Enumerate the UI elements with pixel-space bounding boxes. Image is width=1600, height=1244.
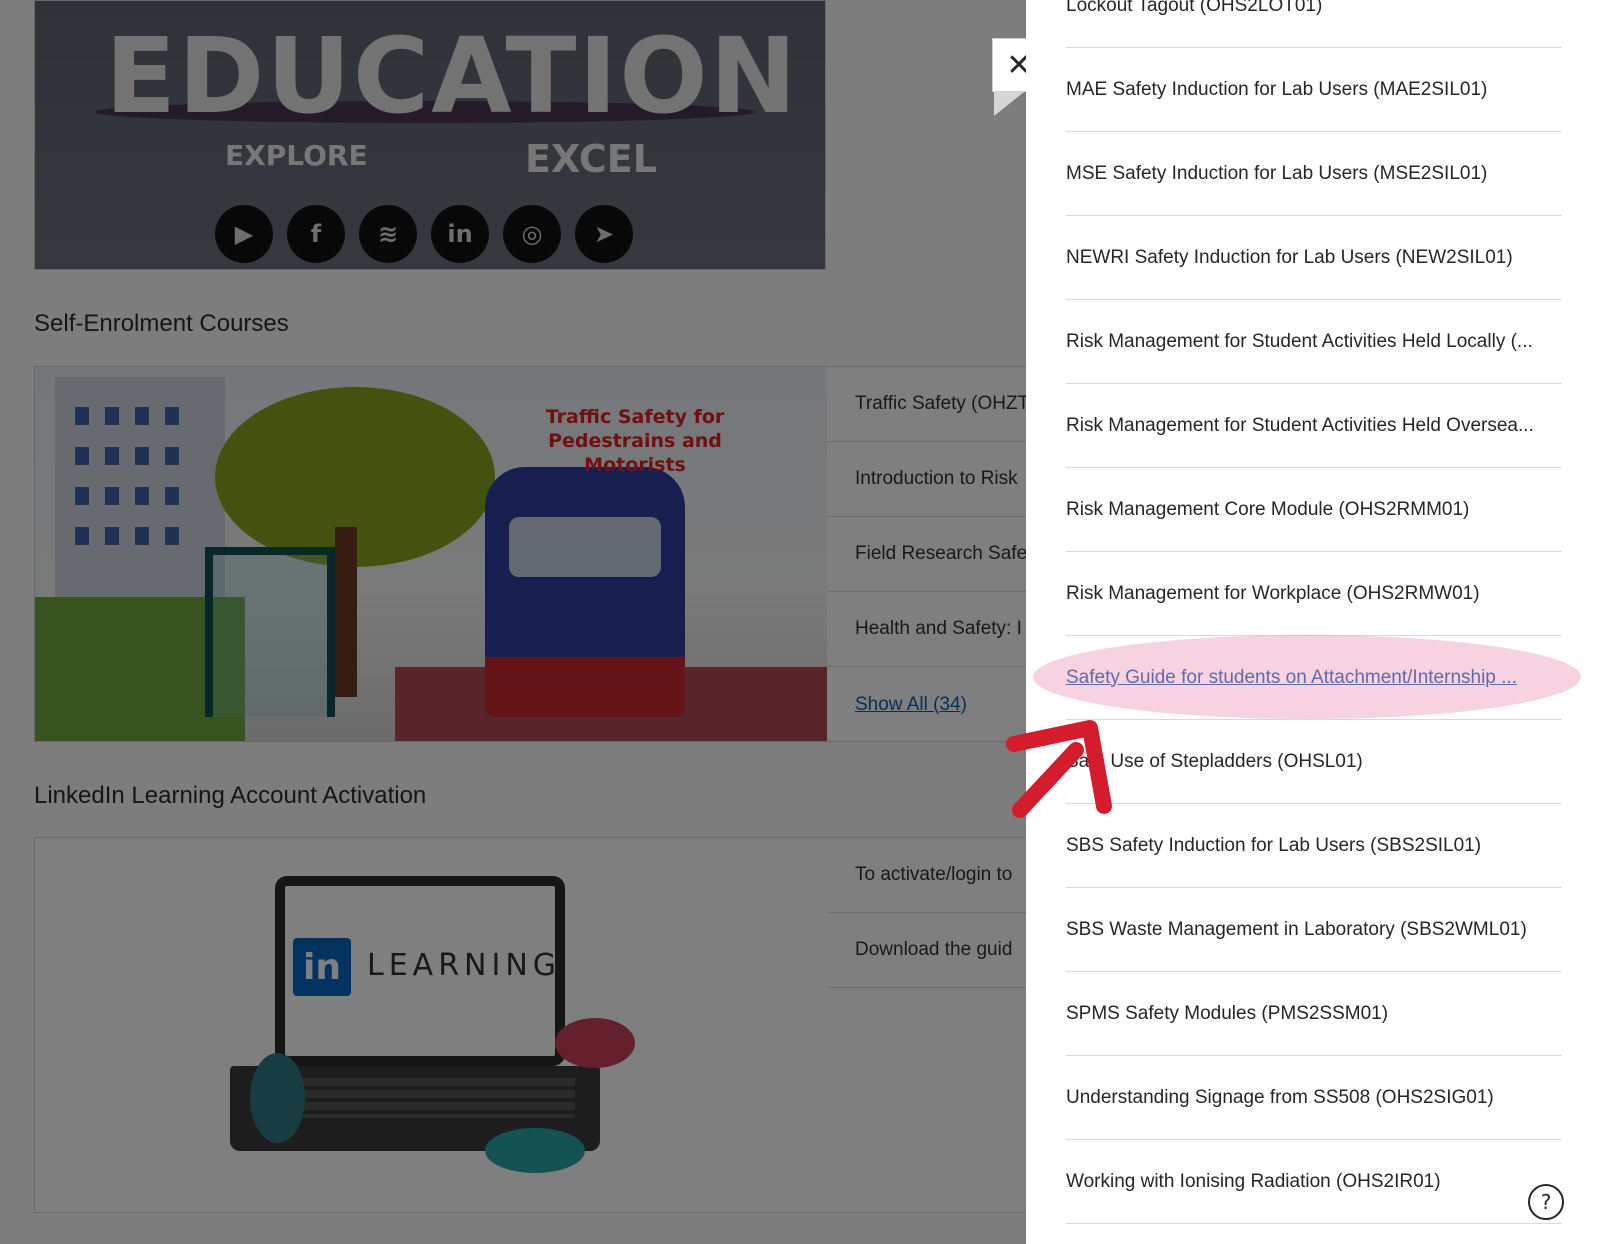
course-list-item[interactable]: Working with Ionising Radiation (OHS2IR0… [1066, 1140, 1562, 1224]
modal-overlay[interactable] [0, 0, 1026, 1244]
course-list-item[interactable]: Risk Management for Student Activities H… [1066, 300, 1562, 384]
course-list-item[interactable]: Risk Management for Student Activities H… [1066, 384, 1562, 468]
course-list-item[interactable]: Safe Use of Stepladders (OHSL01) [1066, 720, 1562, 804]
help-icon[interactable]: ? [1528, 1184, 1564, 1220]
course-list-item[interactable]: Risk Management for Workplace (OHS2RMW01… [1066, 552, 1562, 636]
course-list-item[interactable]: Risk Management Core Module (OHS2RMM01) [1066, 468, 1562, 552]
close-button-tail [994, 92, 1024, 116]
course-list: Lockout Tagout (OHS2LOT01) MAE Safety In… [1066, 0, 1562, 1224]
course-list-item[interactable]: SBS Safety Induction for Lab Users (SBS2… [1066, 804, 1562, 888]
highlight-ellipse [1033, 635, 1581, 719]
course-list-item[interactable]: SPMS Safety Modules (PMS2SSM01) [1066, 972, 1562, 1056]
course-list-item[interactable]: MAE Safety Induction for Lab Users (MAE2… [1066, 48, 1562, 132]
course-list-item[interactable]: MSE Safety Induction for Lab Users (MSE2… [1066, 132, 1562, 216]
red-arrow-annotation [1006, 720, 1112, 818]
course-list-panel: Lockout Tagout (OHS2LOT01) MAE Safety In… [1026, 0, 1600, 1244]
course-list-item[interactable]: Lockout Tagout (OHS2LOT01) [1066, 0, 1562, 48]
course-list-item[interactable]: NEWRI Safety Induction for Lab Users (NE… [1066, 216, 1562, 300]
course-list-item[interactable]: SBS Waste Management in Laboratory (SBS2… [1066, 888, 1562, 972]
course-list-item[interactable]: Understanding Signage from SS508 (OHS2SI… [1066, 1056, 1562, 1140]
